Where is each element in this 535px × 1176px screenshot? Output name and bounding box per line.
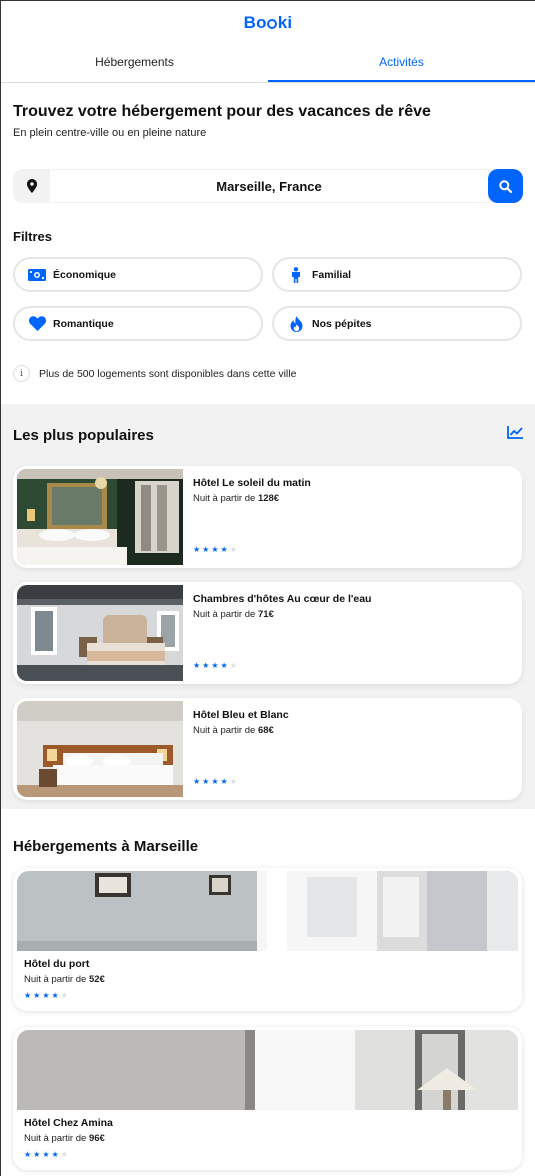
money-icon: [27, 267, 47, 283]
star-icon: ★: [51, 1150, 59, 1159]
rating-stars: ★ ★ ★ ★ ★: [193, 546, 311, 557]
lodging-card-info: Hôtel Chez Amina Nuit à partir de 96€ ★ ★…: [17, 1110, 518, 1169]
star-icon: ★: [193, 661, 201, 670]
search-bar: [13, 169, 523, 203]
lodging-section: Hébergements à Marseille Hôtel du port N…: [1, 809, 535, 1176]
rating-stars: ★ ★ ★ ★ ★: [193, 778, 289, 789]
hotel-name: Hôtel Chez Amina: [24, 1117, 113, 1129]
hotel-price: Nuit à partir de 68€: [193, 725, 274, 736]
star-icon: ★: [60, 1150, 68, 1159]
star-icon: ★: [220, 777, 228, 786]
search-icon: [499, 179, 512, 193]
popular-header: Les plus populaires: [13, 404, 523, 466]
hotel-name: Hôtel Bleu et Blanc: [193, 709, 289, 721]
popular-card-info: Chambres d'hôtes Au cœur de l'eau Nuit à…: [183, 585, 381, 681]
filter-nos-pepites[interactable]: Nos pépites: [272, 306, 522, 341]
star-icon: ★: [202, 661, 210, 670]
lodging-title: Hébergements à Marseille: [13, 838, 199, 855]
main-tabs: Hébergements Activités: [1, 45, 535, 83]
popular-section: Les plus populaires Hôtel Le soleil du m…: [1, 404, 535, 809]
availability-text: Plus de 500 logements sont disponibles d…: [39, 367, 297, 380]
popular-card-info: Hôtel Bleu et Blanc Nuit à partir de 68€…: [183, 701, 299, 797]
hotel-photo: [17, 871, 518, 951]
hotel-price: Nuit à partir de 128€: [193, 493, 280, 504]
hotel-name: Hôtel Le soleil du matin: [193, 477, 311, 489]
filter-romantique[interactable]: Romantique: [13, 306, 263, 341]
popular-title: Les plus populaires: [13, 426, 154, 444]
star-icon: ★: [24, 991, 32, 1000]
hotel-photo: [17, 701, 183, 797]
search-button[interactable]: [488, 169, 523, 203]
star-icon: ★: [202, 545, 210, 554]
filter-label: Économique: [53, 268, 117, 281]
star-icon: ★: [24, 1150, 32, 1159]
fire-icon: [286, 315, 306, 332]
star-icon: ★: [202, 777, 210, 786]
search-section: Trouvez votre hébergement pour des vacan…: [1, 83, 535, 382]
star-icon: ★: [42, 1150, 50, 1159]
rating-stars: ★ ★ ★ ★ ★: [193, 662, 371, 673]
star-icon: ★: [229, 777, 237, 786]
tab-activites[interactable]: Activités: [268, 45, 535, 82]
hotel-name: Chambres d'hôtes Au cœur de l'eau: [193, 593, 372, 605]
star-icon: ★: [211, 661, 219, 670]
search-input[interactable]: [50, 169, 488, 203]
lodging-card[interactable]: Hôtel Chez Amina Nuit à partir de 96€ ★ ★…: [13, 1027, 522, 1170]
filter-label: Nos pépites: [312, 317, 372, 330]
rating-stars: ★ ★ ★ ★ ★: [24, 992, 511, 1003]
star-icon: ★: [60, 991, 68, 1000]
child-icon: [286, 266, 306, 283]
star-icon: ★: [211, 545, 219, 554]
star-icon: ★: [211, 777, 219, 786]
hotel-photo: [17, 585, 183, 681]
hotel-price: Nuit à partir de 52€: [24, 974, 105, 985]
star-icon: ★: [33, 991, 41, 1000]
heart-icon: [27, 316, 47, 332]
star-icon: ★: [42, 991, 50, 1000]
filter-label: Familial: [312, 268, 352, 281]
star-icon: ★: [193, 545, 201, 554]
popular-card[interactable]: Hôtel Le soleil du matin Nuit à partir d…: [13, 466, 522, 568]
hotel-price: Nuit à partir de 96€: [24, 1133, 105, 1144]
app-header: Bo ki: [1, 1, 535, 45]
chart-line-icon: [507, 426, 523, 444]
star-icon: ★: [33, 1150, 41, 1159]
star-icon: ★: [220, 545, 228, 554]
page-subtitle: En plein centre-ville ou en pleine natur…: [13, 127, 207, 139]
filter-economique[interactable]: Économique: [13, 257, 263, 292]
hotel-price: Nuit à partir de 71€: [193, 609, 274, 620]
rating-stars: ★ ★ ★ ★ ★: [24, 1151, 511, 1162]
popular-card-info: Hôtel Le soleil du matin Nuit à partir d…: [183, 469, 321, 565]
star-icon: ★: [220, 661, 228, 670]
star-icon: ★: [193, 777, 201, 786]
hotel-photo: [17, 469, 183, 565]
tab-hebergements[interactable]: Hébergements: [1, 45, 268, 82]
star-icon: ★: [51, 991, 59, 1000]
hotel-name: Hôtel du port: [24, 958, 90, 970]
page-title: Trouvez votre hébergement pour des vacan…: [13, 103, 431, 120]
star-icon: ★: [229, 545, 237, 554]
info-icon: i: [13, 365, 30, 382]
filter-familial[interactable]: Familial: [272, 257, 522, 292]
filter-label: Romantique: [53, 317, 114, 330]
filters-title: Filtres: [13, 229, 53, 244]
map-marker-icon: [13, 169, 50, 203]
hotel-photo: [17, 1030, 518, 1110]
popular-card[interactable]: Chambres d'hôtes Au cœur de l'eau Nuit à…: [13, 582, 522, 684]
popular-card[interactable]: Hôtel Bleu et Blanc Nuit à partir de 68€…: [13, 698, 522, 800]
lodging-card[interactable]: Hôtel du port Nuit à partir de 52€ ★ ★ ★ ★ ★: [13, 868, 522, 1011]
availability-info: i Plus de 500 logements sont disponibles…: [13, 365, 523, 382]
filters-grid: Économique Familial Romantique Nos pépit…: [13, 257, 523, 341]
booki-logo[interactable]: Bo ki: [244, 13, 293, 33]
star-icon: ★: [229, 661, 237, 670]
lodging-card-info: Hôtel du port Nuit à partir de 52€ ★ ★ ★ ★ ★: [17, 951, 518, 1010]
